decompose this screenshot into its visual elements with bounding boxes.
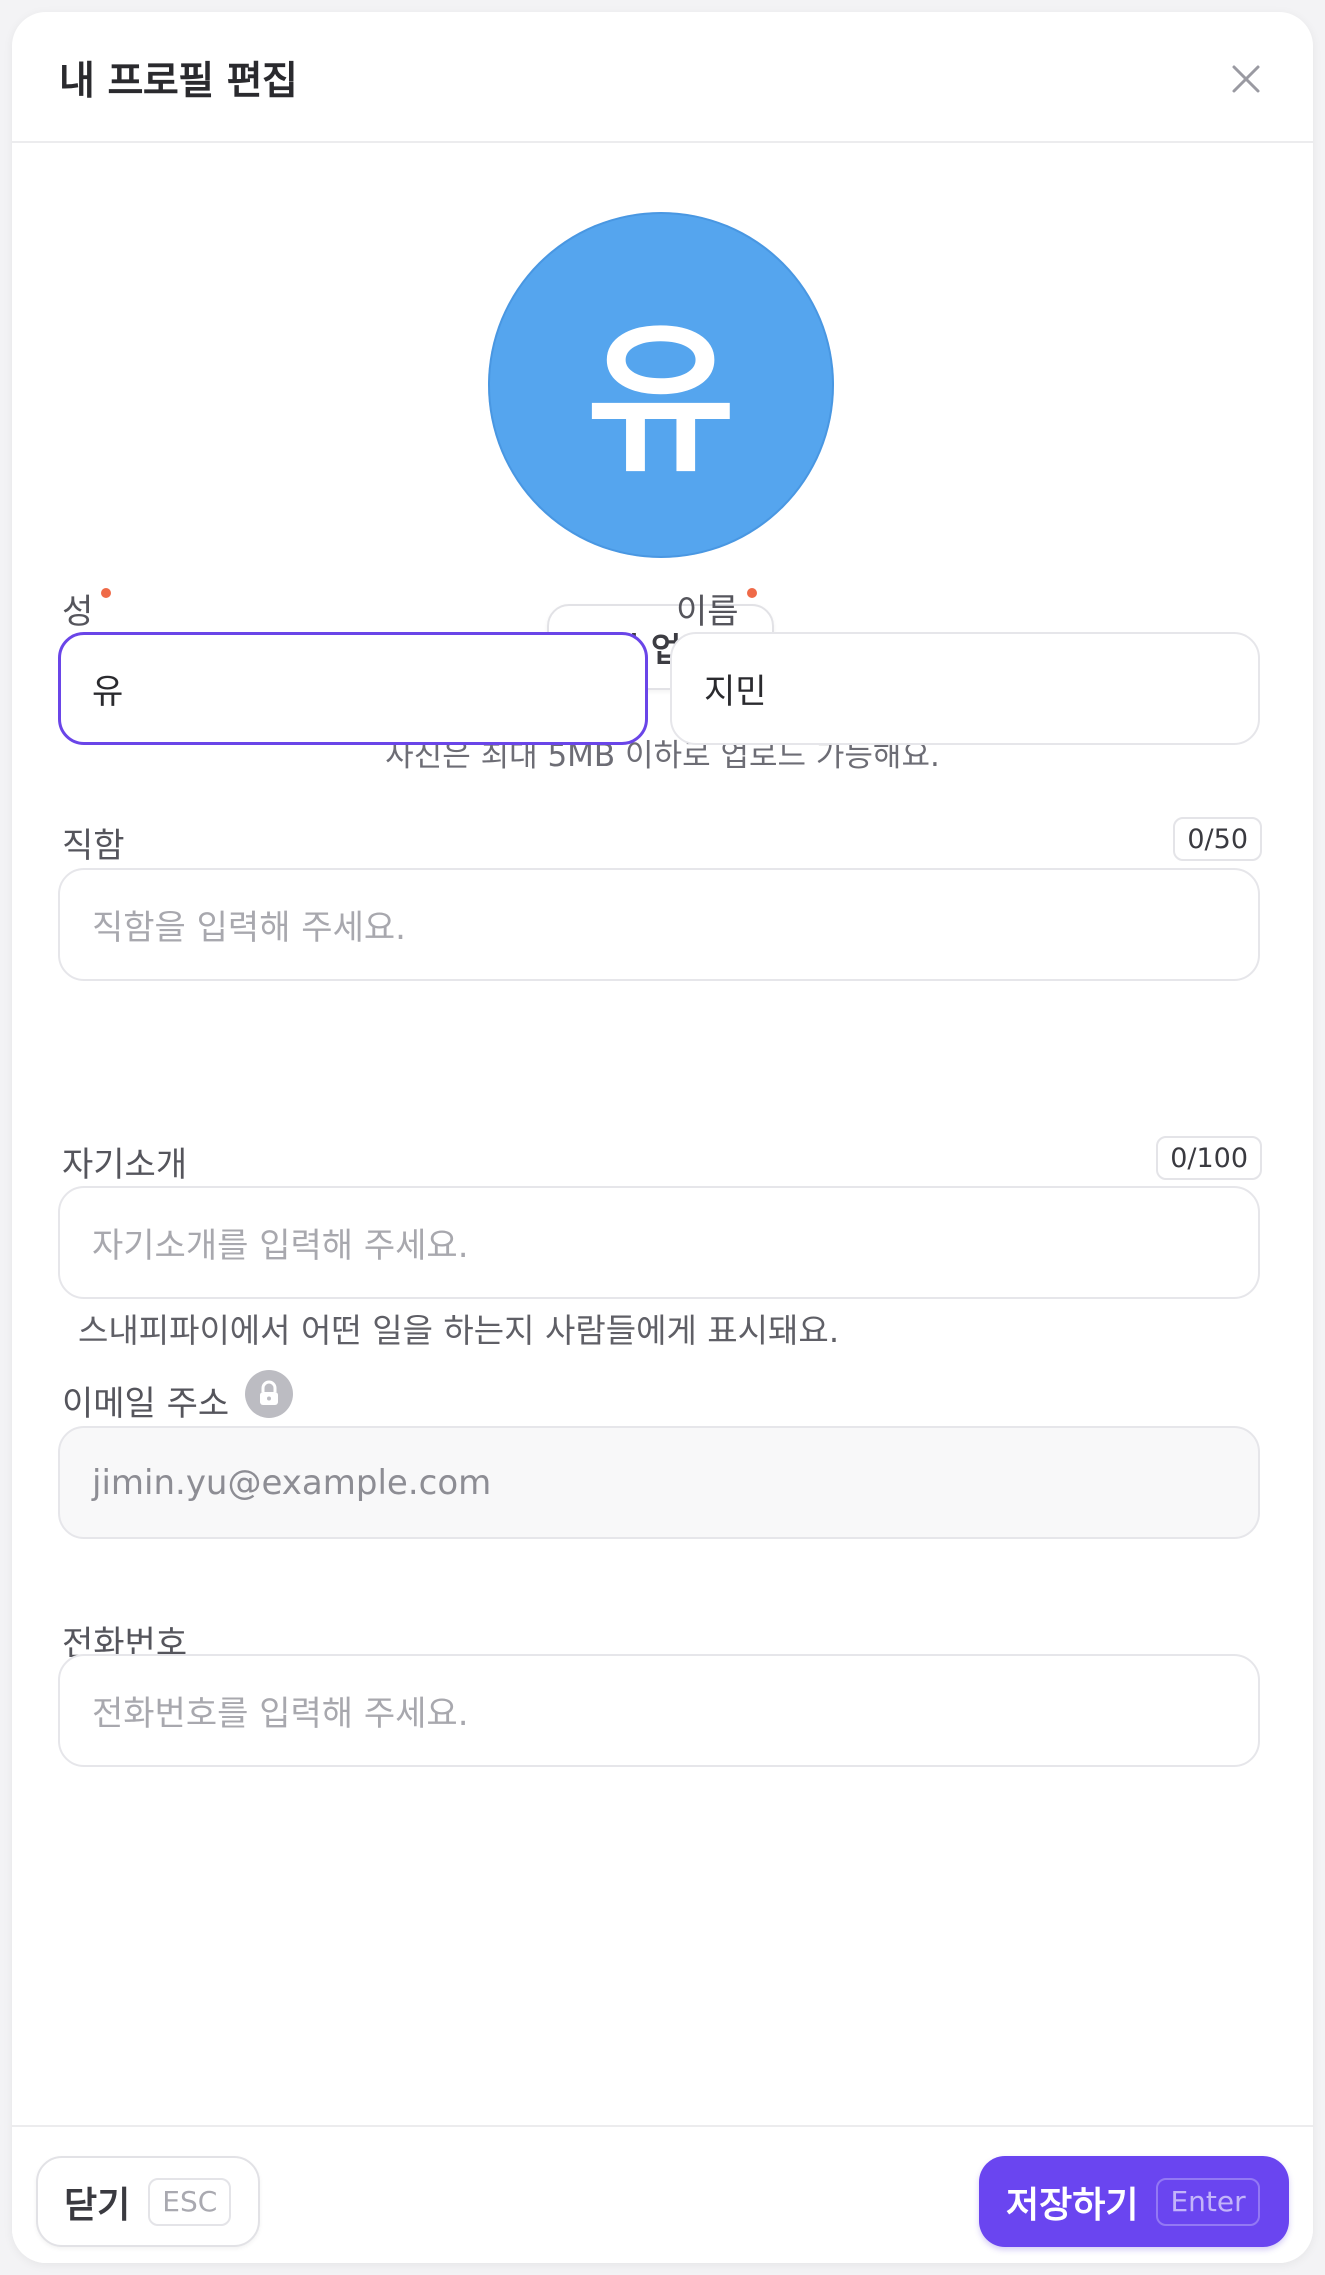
bio-label: 자기소개 <box>62 1137 187 1186</box>
job-title-placeholder: 직함을 입력해 주세요. <box>92 908 406 948</box>
email-value: jimin.yu@example.com <box>92 1462 492 1503</box>
job-title-label: 직함 <box>62 818 125 867</box>
save-button-label: 저장하기 <box>1006 2184 1139 2226</box>
save-button[interactable]: 저장하기 Enter <box>979 2156 1289 2247</box>
enter-shortcut-badge: Enter <box>1156 2177 1260 2226</box>
edit-profile-modal: 내 프로필 편집 유 사진 업로드 사진은 최대 5MB 이하로 업로드 가능해… <box>12 12 1313 2263</box>
esc-shortcut-badge: ESC <box>148 2177 232 2226</box>
phone-input[interactable]: 전화번호를 입력해 주세요. <box>58 1654 1260 1767</box>
required-indicator <box>101 588 112 598</box>
avatar-initial: 유 <box>586 306 736 495</box>
job-title-counter: 0/50 <box>1173 817 1262 861</box>
email-label: 이메일 주소 <box>62 1370 294 1425</box>
bio-label-text: 자기소개 <box>62 1145 188 1185</box>
close-button-label: 닫기 <box>64 2184 131 2226</box>
lock-icon <box>245 1370 294 1418</box>
bio-placeholder: 자기소개를 입력해 주세요. <box>92 1226 469 1266</box>
job-title-input[interactable]: 직함을 입력해 주세요. <box>58 868 1260 981</box>
last-name-label-text: 성 <box>62 592 94 632</box>
close-footer-button[interactable]: 닫기 ESC <box>36 2156 260 2247</box>
modal-header: 내 프로필 편집 <box>12 12 1313 143</box>
first-name-label: 이름 <box>676 584 757 633</box>
bio-counter: 0/100 <box>1156 1136 1262 1180</box>
last-name-label: 성 <box>62 584 112 633</box>
job-title-helper: 스내피파이에서 어떤 일을 하는지 사람들에게 표시돼요. <box>78 1311 840 1350</box>
modal-footer: 닫기 ESC 저장하기 Enter <box>12 2125 1313 2263</box>
last-name-value: 유 <box>92 672 124 712</box>
phone-placeholder: 전화번호를 입력해 주세요. <box>92 1694 469 1734</box>
job-title-label-text: 직함 <box>62 826 125 866</box>
email-label-text: 이메일 주소 <box>62 1384 230 1424</box>
last-name-input[interactable]: 유 <box>58 632 648 745</box>
required-indicator <box>746 588 757 598</box>
email-input: jimin.yu@example.com <box>58 1426 1260 1539</box>
first-name-label-text: 이름 <box>676 592 739 632</box>
first-name-value: 지민 <box>704 672 767 712</box>
avatar: 유 <box>488 212 834 558</box>
modal-title: 내 프로필 편집 <box>59 59 298 104</box>
bio-input[interactable]: 자기소개를 입력해 주세요. <box>58 1186 1260 1299</box>
close-icon <box>1232 65 1260 93</box>
first-name-input[interactable]: 지민 <box>670 632 1260 745</box>
close-button[interactable] <box>1217 50 1275 108</box>
